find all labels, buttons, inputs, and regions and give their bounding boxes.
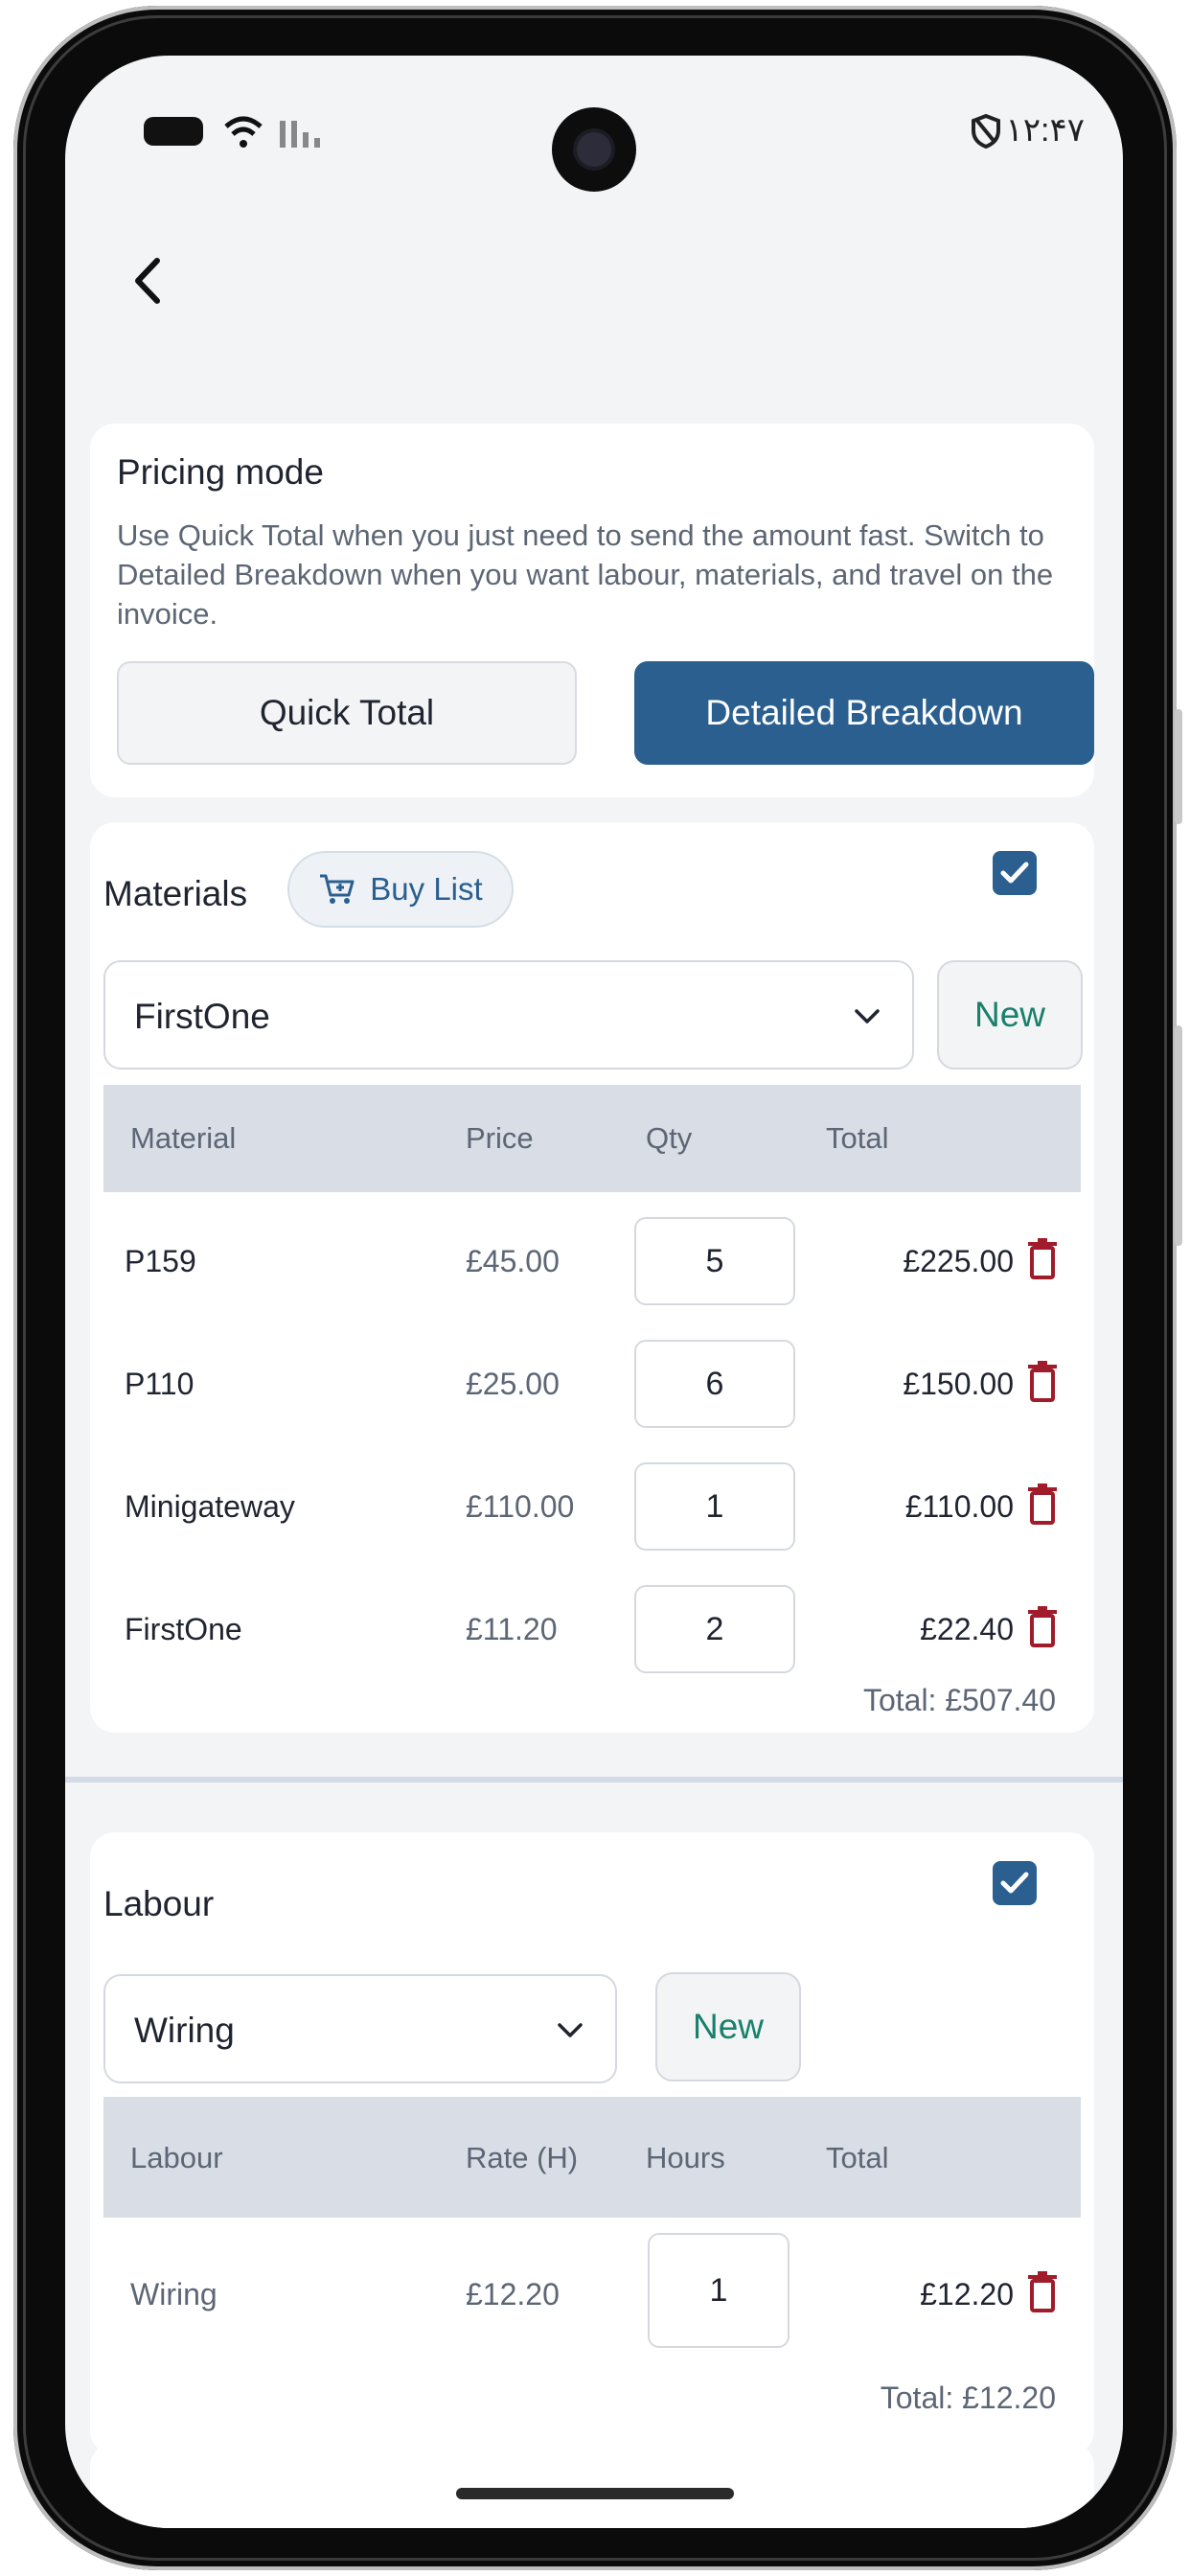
pricing-mode-description: Use Quick Total when you just need to se… bbox=[117, 518, 1054, 631]
app-screen: ۱۲:۴۷ Pricing mode Use Quick Total when … bbox=[65, 56, 1123, 2528]
detailed-breakdown-button[interactable]: Detailed Breakdown bbox=[634, 661, 1094, 765]
material-select[interactable]: FirstOne bbox=[103, 960, 914, 1070]
labour-select-value: Wiring bbox=[134, 2011, 235, 2050]
header-price: Price bbox=[466, 1121, 534, 1155]
material-price: £25.00 bbox=[466, 1367, 560, 1401]
header-rate: Rate (H) bbox=[466, 2141, 579, 2174]
cellular-signal-icon bbox=[280, 121, 320, 148]
front-camera bbox=[552, 107, 636, 192]
materials-grand-total: Total: £507.40 bbox=[862, 1683, 1056, 1717]
table-row: Wiring £12.20 1 £12.20 bbox=[103, 2223, 1081, 2358]
status-time: ۱۲:۴۷ bbox=[1005, 112, 1086, 149]
header-material: Material bbox=[130, 1121, 237, 1155]
trash-icon[interactable] bbox=[1025, 1484, 1060, 1526]
material-name: P159 bbox=[125, 1244, 196, 1278]
material-name: P110 bbox=[125, 1367, 195, 1401]
wifi-icon bbox=[224, 116, 263, 148]
back-chevron-icon[interactable] bbox=[121, 247, 178, 314]
trash-icon[interactable] bbox=[1025, 1238, 1060, 1280]
hours-input[interactable]: 1 bbox=[648, 2233, 790, 2348]
new-material-button[interactable]: New bbox=[937, 960, 1083, 1070]
table-row: P110 £25.00 6 £150.00 bbox=[103, 1322, 1081, 1445]
volume-up-button bbox=[1175, 709, 1182, 824]
material-total: £110.00 bbox=[904, 1489, 1014, 1524]
qty-input[interactable]: 5 bbox=[634, 1217, 795, 1305]
materials-title: Materials bbox=[103, 874, 248, 913]
trash-icon[interactable] bbox=[1025, 1606, 1060, 1648]
labour-title: Labour bbox=[103, 1884, 215, 1923]
labour-rate: £12.20 bbox=[466, 2277, 560, 2312]
battery-icon bbox=[144, 117, 203, 146]
pricing-mode-title: Pricing mode bbox=[117, 452, 324, 492]
buy-list-button[interactable]: Buy List bbox=[287, 851, 514, 928]
material-select-value: FirstOne bbox=[134, 997, 270, 1036]
material-name: FirstOne bbox=[125, 1612, 242, 1646]
labour-table-header: Labour Rate (H) Hours Total bbox=[103, 2097, 1081, 2218]
material-price: £110.00 bbox=[466, 1489, 575, 1524]
table-row: FirstOne £11.20 2 £22.40 bbox=[103, 1568, 1081, 1690]
power-button bbox=[1175, 1025, 1182, 1246]
labour-enabled-checkbox[interactable] bbox=[993, 1861, 1037, 1905]
table-row: P159 £45.00 5 £225.00 bbox=[103, 1200, 1081, 1322]
trash-icon[interactable] bbox=[1025, 1361, 1060, 1403]
next-section-card bbox=[90, 2442, 1094, 2528]
header-total: Total bbox=[826, 2141, 889, 2174]
qty-input[interactable]: 2 bbox=[634, 1585, 795, 1673]
vpn-shield-icon bbox=[972, 113, 1000, 150]
materials-card: Materials Buy List FirstOne New Material… bbox=[90, 822, 1094, 1733]
labour-select[interactable]: Wiring bbox=[103, 1974, 617, 2083]
buy-list-label: Buy List bbox=[370, 871, 483, 907]
material-price: £45.00 bbox=[466, 1244, 560, 1278]
header-hours: Hours bbox=[646, 2141, 725, 2174]
chevron-down-icon bbox=[855, 1009, 880, 1024]
material-total: £150.00 bbox=[903, 1367, 1014, 1401]
labour-name: Wiring bbox=[130, 2277, 217, 2312]
header-total: Total bbox=[826, 1121, 889, 1155]
material-price: £11.20 bbox=[466, 1612, 558, 1646]
pricing-mode-card: Pricing mode Use Quick Total when you ju… bbox=[90, 424, 1094, 797]
qty-input[interactable]: 1 bbox=[634, 1462, 795, 1551]
new-labour-button[interactable]: New bbox=[655, 1972, 801, 2082]
trash-icon[interactable] bbox=[1025, 2271, 1060, 2313]
materials-table-header: Material Price Qty Total bbox=[103, 1085, 1081, 1192]
home-indicator[interactable] bbox=[456, 2488, 734, 2499]
qty-input[interactable]: 6 bbox=[634, 1340, 795, 1428]
quick-total-button[interactable]: Quick Total bbox=[117, 661, 577, 765]
check-icon bbox=[1000, 862, 1029, 884]
check-icon bbox=[1000, 1872, 1029, 1894]
material-name: Minigateway bbox=[125, 1489, 295, 1524]
header-qty: Qty bbox=[646, 1121, 693, 1155]
chevron-down-icon bbox=[558, 2023, 583, 2037]
table-row: Minigateway £110.00 1 £110.00 bbox=[103, 1445, 1081, 1568]
section-divider bbox=[65, 1777, 1123, 1782]
labour-card: Labour Wiring New Labour Rate (H) Hours … bbox=[90, 1832, 1094, 2455]
status-bar: ۱۲:۴۷ bbox=[65, 56, 1123, 199]
labour-grand-total: Total: £12.20 bbox=[880, 2380, 1056, 2415]
header-labour: Labour bbox=[130, 2141, 223, 2174]
material-total: £22.40 bbox=[920, 1612, 1014, 1646]
labour-total: £12.20 bbox=[920, 2277, 1014, 2312]
materials-enabled-checkbox[interactable] bbox=[993, 851, 1037, 895]
cart-icon bbox=[320, 874, 355, 904]
material-total: £225.00 bbox=[903, 1244, 1014, 1278]
